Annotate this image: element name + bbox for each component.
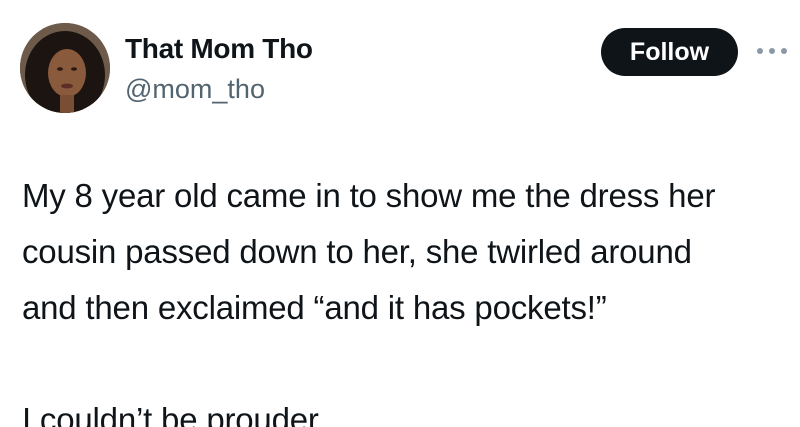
follow-button[interactable]: Follow [601,28,738,76]
author-handle[interactable]: @mom_tho [125,74,265,105]
profile-photo-icon [20,23,110,113]
tweet-line: My 8 year old came in to show me the dre… [22,177,716,214]
tweet-text: My 8 year old came in to show me the dre… [22,168,792,427]
author-display-name[interactable]: That Mom Tho [125,33,313,65]
tweet-card: That Mom Tho @mom_tho Follow My 8 year o… [0,0,800,427]
avatar[interactable] [20,23,110,113]
tweet-line: cousin passed down to her, she twirled a… [22,233,692,270]
tweet-line: I couldn’t be prouder [22,401,319,427]
tweet-line: and then exclaimed “and it has pockets!” [22,289,607,326]
ellipsis-icon [757,48,787,54]
more-options-button[interactable] [752,38,792,64]
